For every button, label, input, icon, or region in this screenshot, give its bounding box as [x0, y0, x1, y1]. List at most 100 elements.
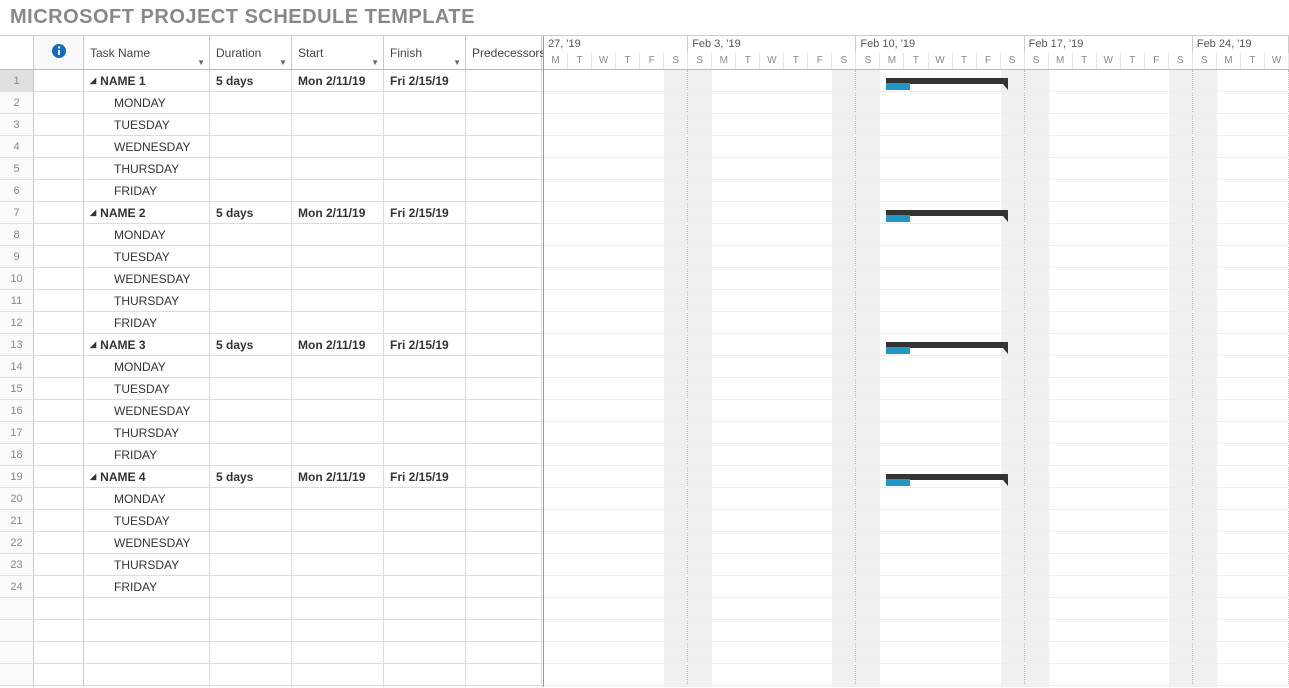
- pred-cell[interactable]: [466, 444, 542, 465]
- pred-cell[interactable]: [466, 554, 542, 575]
- table-row[interactable]: 22WEDNESDAY: [0, 532, 543, 554]
- gantt-row[interactable]: [544, 422, 1289, 444]
- pred-cell[interactable]: [466, 488, 542, 509]
- finish-cell[interactable]: [384, 532, 466, 553]
- info-cell[interactable]: [34, 466, 84, 487]
- info-cell[interactable]: [34, 598, 84, 619]
- gantt-row[interactable]: [544, 466, 1289, 488]
- finish-cell[interactable]: [384, 180, 466, 201]
- finish-cell[interactable]: [384, 114, 466, 135]
- finish-cell[interactable]: [384, 510, 466, 531]
- start-cell[interactable]: [292, 246, 384, 267]
- gantt-row[interactable]: [544, 224, 1289, 246]
- start-cell[interactable]: [292, 312, 384, 333]
- finish-cell[interactable]: [384, 268, 466, 289]
- table-row[interactable]: 20MONDAY: [0, 488, 543, 510]
- task-name-cell[interactable]: ◢NAME 4: [84, 466, 210, 487]
- task-name-cell[interactable]: TUESDAY: [84, 510, 210, 531]
- duration-cell[interactable]: [210, 378, 292, 399]
- column-header-pred[interactable]: Predecessors: [466, 36, 542, 69]
- gantt-row[interactable]: [544, 400, 1289, 422]
- pred-cell[interactable]: [466, 356, 542, 377]
- info-cell[interactable]: [34, 532, 84, 553]
- pred-cell[interactable]: [466, 180, 542, 201]
- pred-cell[interactable]: [466, 532, 542, 553]
- task-name-cell[interactable]: MONDAY: [84, 356, 210, 377]
- gantt-progress-bar[interactable]: [886, 83, 910, 90]
- duration-cell[interactable]: [210, 400, 292, 421]
- task-name-cell[interactable]: WEDNESDAY: [84, 400, 210, 421]
- pred-cell[interactable]: [466, 510, 542, 531]
- task-name-cell[interactable]: WEDNESDAY: [84, 532, 210, 553]
- gantt-chart[interactable]: 27, '19Feb 3, '19Feb 10, '19Feb 17, '19F…: [544, 36, 1289, 687]
- gantt-row[interactable]: [544, 576, 1289, 598]
- row-number[interactable]: [0, 664, 34, 685]
- row-number[interactable]: 6: [0, 180, 34, 201]
- task-name-cell[interactable]: MONDAY: [84, 92, 210, 113]
- table-row[interactable]: [0, 664, 543, 686]
- start-cell[interactable]: [292, 268, 384, 289]
- row-number[interactable]: 3: [0, 114, 34, 135]
- start-cell[interactable]: [292, 136, 384, 157]
- duration-cell[interactable]: [210, 576, 292, 597]
- task-name-cell[interactable]: FRIDAY: [84, 312, 210, 333]
- pred-cell[interactable]: [466, 92, 542, 113]
- info-cell[interactable]: [34, 92, 84, 113]
- info-column-header[interactable]: [34, 36, 84, 69]
- gantt-row[interactable]: [544, 620, 1289, 642]
- start-cell[interactable]: Mon 2/11/19: [292, 334, 384, 355]
- pred-cell[interactable]: [466, 290, 542, 311]
- duration-cell[interactable]: [210, 290, 292, 311]
- table-row[interactable]: 4WEDNESDAY: [0, 136, 543, 158]
- gantt-row[interactable]: [544, 180, 1289, 202]
- pred-cell[interactable]: [466, 136, 542, 157]
- gantt-row[interactable]: [544, 642, 1289, 664]
- start-cell[interactable]: [292, 422, 384, 443]
- duration-cell[interactable]: [210, 422, 292, 443]
- row-number[interactable]: 19: [0, 466, 34, 487]
- gantt-row[interactable]: [544, 290, 1289, 312]
- row-number[interactable]: 16: [0, 400, 34, 421]
- duration-cell[interactable]: [210, 510, 292, 531]
- row-number[interactable]: 13: [0, 334, 34, 355]
- duration-cell[interactable]: [210, 312, 292, 333]
- finish-cell[interactable]: Fri 2/15/19: [384, 70, 466, 91]
- row-number[interactable]: 1: [0, 70, 34, 91]
- table-row[interactable]: 13◢NAME 35 daysMon 2/11/19Fri 2/15/19: [0, 334, 543, 356]
- task-name-cell[interactable]: TUESDAY: [84, 378, 210, 399]
- start-cell[interactable]: [292, 356, 384, 377]
- finish-cell[interactable]: [384, 224, 466, 245]
- finish-cell[interactable]: [384, 444, 466, 465]
- duration-cell[interactable]: [210, 114, 292, 135]
- row-number[interactable]: 2: [0, 92, 34, 113]
- info-cell[interactable]: [34, 576, 84, 597]
- finish-cell[interactable]: [384, 246, 466, 267]
- info-cell[interactable]: [34, 444, 84, 465]
- start-cell[interactable]: [292, 488, 384, 509]
- table-row[interactable]: 12FRIDAY: [0, 312, 543, 334]
- pred-cell[interactable]: [466, 334, 542, 355]
- pred-cell[interactable]: [466, 114, 542, 135]
- timeline-body[interactable]: [544, 70, 1289, 687]
- row-number-header[interactable]: [0, 36, 34, 69]
- gantt-row[interactable]: [544, 312, 1289, 334]
- row-number[interactable]: 18: [0, 444, 34, 465]
- info-cell[interactable]: [34, 356, 84, 377]
- collapse-icon[interactable]: ◢: [90, 340, 96, 349]
- collapse-icon[interactable]: ◢: [90, 472, 96, 481]
- task-name-cell[interactable]: THURSDAY: [84, 158, 210, 179]
- gantt-row[interactable]: [544, 136, 1289, 158]
- task-name-cell[interactable]: WEDNESDAY: [84, 268, 210, 289]
- duration-cell[interactable]: [210, 488, 292, 509]
- duration-cell[interactable]: [210, 268, 292, 289]
- finish-cell[interactable]: [384, 554, 466, 575]
- table-row[interactable]: 6FRIDAY: [0, 180, 543, 202]
- gantt-progress-bar[interactable]: [886, 215, 910, 222]
- pred-cell[interactable]: [466, 422, 542, 443]
- table-row[interactable]: [0, 642, 543, 664]
- row-number[interactable]: 8: [0, 224, 34, 245]
- task-name-cell[interactable]: FRIDAY: [84, 444, 210, 465]
- duration-cell[interactable]: 5 days: [210, 202, 292, 223]
- finish-cell[interactable]: [384, 356, 466, 377]
- table-row[interactable]: 10WEDNESDAY: [0, 268, 543, 290]
